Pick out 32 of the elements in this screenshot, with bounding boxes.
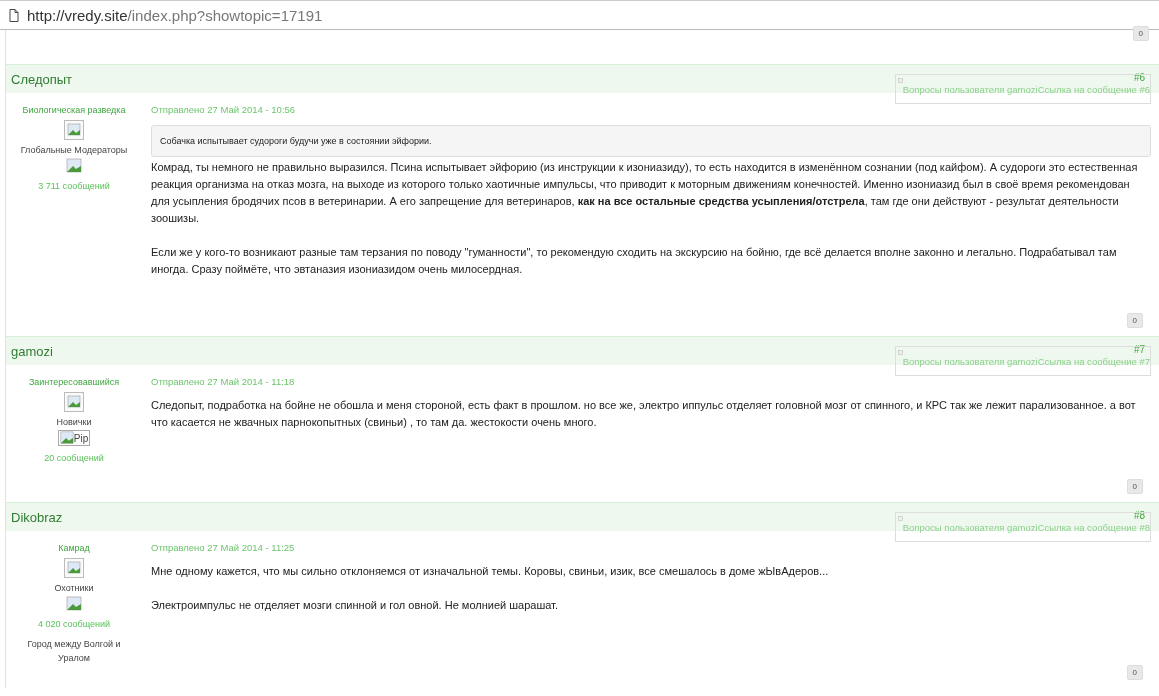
- user-group: Новички: [56, 417, 92, 427]
- reputation-badge: 0: [1126, 665, 1143, 680]
- quote-block: Собачка испытывает судороги будучи уже в состоянии эйфории.: [151, 125, 1151, 157]
- address-bar[interactable]: http://vredy.site/index.php?showtopic=17191: [0, 0, 1159, 30]
- broken-image-icon: [64, 558, 84, 578]
- post-count[interactable]: 3 711 сообщений: [38, 181, 110, 191]
- user-rank: Камрад: [58, 543, 90, 553]
- broken-image: Pip: [57, 430, 91, 446]
- reputation-badge: 0: [1126, 313, 1143, 328]
- post-text: Электроимпульс не отделяет мозги спинной и гол овной. Не молнией шарашат.: [151, 598, 559, 613]
- broken-image-icon: [64, 120, 84, 140]
- url-text[interactable]: http://vredy.site/index.php?showtopic=17191: [27, 6, 323, 24]
- post-count[interactable]: 4 020 сообщений: [37, 619, 111, 629]
- user-rank: Биологическая разведка: [22, 105, 126, 115]
- user-group: Глобальные Модераторы: [20, 145, 128, 155]
- broken-image-icon: [66, 158, 82, 174]
- reputation-badge: 0: [1126, 479, 1143, 494]
- page-icon: [9, 8, 19, 22]
- post-count[interactable]: 20 сообщений: [44, 453, 104, 463]
- post-text: Комрад, ты немного не правильно выразился. Псина испытывает эйфорию (из инструкции к изониазиду), то есть находится в изменённом сознании (под кайфом). А судороги это естественная реакция организма на отказ мозга, на выходе из которого только хаотичные импульсы, что приводит к моторным движениям конечностей. Именно изониазид был в своё время рекомендован для усыпления бродячих псов в ветеринарии. А его запрещение для ветеринаров, как на все остальные средства усыпления/отстрела, там где они действуют - результат деятельности зоошизы.: [151, 160, 1139, 226]
- post-text: Если же у кого-то возникают разные там терзания по поводу "гуманности", то рекомендую сходить на экскурсию на бойню, где всё делается вполне законно и легально. Подрабатывал там иногда. Сразу поймёте, что эвтаназия изониазидом очень милосердная.: [151, 245, 1118, 277]
- post-date: Отправлено 27 Май 2014 - 11:18: [151, 376, 296, 387]
- post-date: Отправлено 27 Май 2014 - 10:56: [151, 104, 297, 115]
- broken-image-icon: [66, 596, 82, 612]
- broken-image-icon: [64, 392, 84, 412]
- reputation-badge: 0: [1132, 26, 1149, 41]
- user-group: Охотники: [54, 583, 94, 593]
- post-date: Отправлено 27 Май 2014 - 11:25: [151, 542, 296, 553]
- post-text: Мне одному кажется, что мы сильно отклоняемся от изначальной темы. Коровы, свиньи, изик, все смешалось в доме жЫвАдеров...: [151, 564, 830, 579]
- user-rank: Заинтересовавшийся: [28, 377, 120, 387]
- post-text: Следопыт, подработка на бойне не обошла и меня стороной, есть факт в прошлом. но все же, электро иппульс отделяет головной мозг от спинного, и КРС так же лежит парализованное. а вот что касается не жвачных парнокопытных (свиньи) , то там да. жестокости очень много.: [151, 398, 1137, 430]
- user-location: Город между Волгой и Уралом: [26, 638, 122, 665]
